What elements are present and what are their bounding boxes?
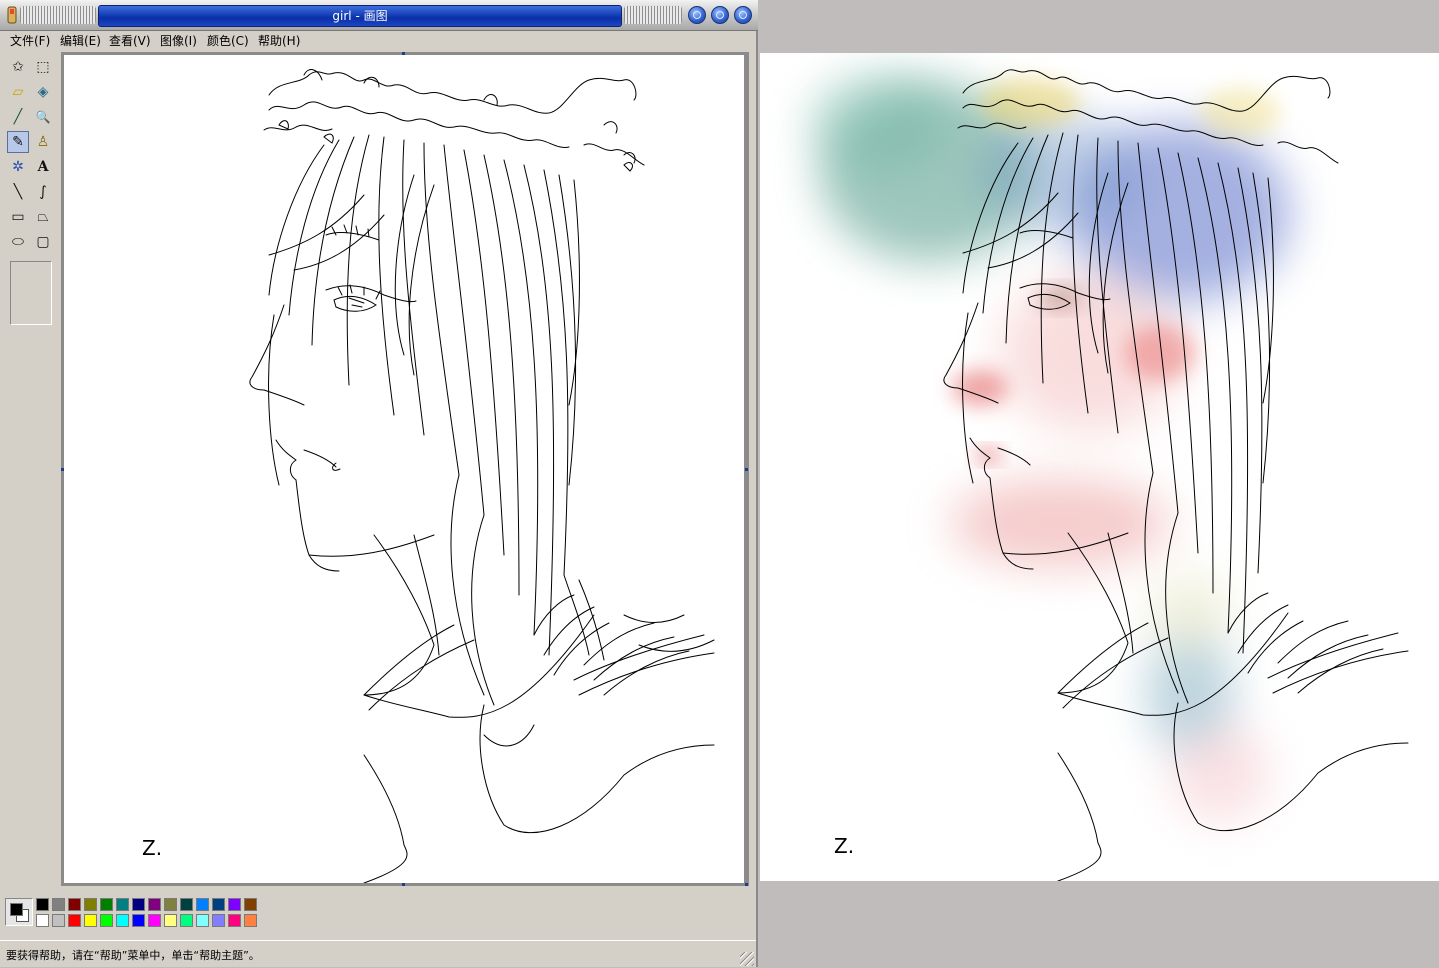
color-swatch[interactable] xyxy=(228,898,241,911)
canvas-scroll-area: Z. xyxy=(61,52,749,886)
resize-grip[interactable] xyxy=(740,952,754,966)
color-swatch[interactable] xyxy=(244,914,257,927)
color-swatch[interactable] xyxy=(196,914,209,927)
rect-select-tool[interactable]: ⬚ xyxy=(32,56,54,78)
menu-colors[interactable]: 颜色(C) xyxy=(207,32,249,49)
color-swatch[interactable] xyxy=(52,914,65,927)
menu-bar: 文件(F) 编辑(E) 查看(V) 图像(I) 颜色(C) 帮助(H) xyxy=(0,30,756,50)
color-palette xyxy=(0,890,756,934)
color-picker-tool[interactable]: ╱ xyxy=(7,106,29,128)
paint-window: girl - 画图 文件(F) 编辑(E) 查看(V) 图像(I) 颜色(C) … xyxy=(0,0,758,967)
neck-shoulders xyxy=(363,534,715,884)
color-swatch[interactable] xyxy=(52,898,65,911)
curve-icon: ∫ xyxy=(39,184,47,200)
color-swatch[interactable] xyxy=(164,898,177,911)
color-swatch[interactable] xyxy=(180,914,193,927)
curve-tool[interactable]: ∫ xyxy=(32,181,54,203)
color-swatch[interactable] xyxy=(68,914,81,927)
eraser-icon: ▱ xyxy=(12,84,24,100)
title-bar[interactable]: girl - 画图 xyxy=(0,0,758,31)
color-swatch[interactable] xyxy=(132,914,145,927)
menu-image[interactable]: 图像(I) xyxy=(160,32,197,49)
minimize-button[interactable] xyxy=(688,6,706,24)
rectangle-tool[interactable]: ▭ xyxy=(7,206,29,228)
tool-options-box[interactable] xyxy=(10,261,52,325)
status-text: 要获得帮助，请在“帮助”菜单中，单击“帮助主题”。 xyxy=(6,949,260,962)
color-swatch[interactable] xyxy=(164,914,177,927)
color-picker-icon: ╱ xyxy=(13,109,23,125)
menu-file[interactable]: 文件(F) xyxy=(10,32,50,49)
color-swatch[interactable] xyxy=(84,898,97,911)
free-select-tool[interactable]: ✩ xyxy=(7,56,29,78)
color-swatch[interactable] xyxy=(212,898,225,911)
rounded-rect-icon: ▢ xyxy=(36,234,50,250)
color-swatch[interactable] xyxy=(196,898,209,911)
magnifier-tool[interactable]: 🔍 xyxy=(32,106,54,128)
color-swatch[interactable] xyxy=(36,914,49,927)
color-swatch[interactable] xyxy=(148,914,161,927)
color-swatch[interactable] xyxy=(228,914,241,927)
close-button[interactable] xyxy=(734,6,752,24)
window-title: girl - 画图 xyxy=(98,5,622,27)
resize-handle-left xyxy=(61,468,64,471)
polygon-icon: ⏢ xyxy=(37,209,49,225)
eraser-tool[interactable]: ▱ xyxy=(7,81,29,103)
color-swatch[interactable] xyxy=(100,898,113,911)
drawing-canvas[interactable]: Z. xyxy=(64,55,744,884)
color-swatch[interactable] xyxy=(68,898,81,911)
flower-crown xyxy=(263,69,645,172)
maximize-button[interactable] xyxy=(711,6,729,24)
color-swatch[interactable] xyxy=(212,914,225,927)
pencil-tool[interactable]: ✎ xyxy=(7,131,29,153)
ellipse-tool[interactable]: ⬭ xyxy=(7,231,29,253)
status-bar: 要获得帮助，请在“帮助”菜单中，单击“帮助主题”。 xyxy=(0,940,756,968)
color-swatch[interactable] xyxy=(100,914,113,927)
color-swatch[interactable] xyxy=(116,898,129,911)
color-swatch[interactable] xyxy=(36,898,49,911)
brush-tool[interactable]: ♙ xyxy=(32,131,54,153)
rectangle-icon: ▭ xyxy=(11,209,25,225)
foreground-color-swatch xyxy=(10,903,23,916)
brush-icon: ♙ xyxy=(36,134,50,150)
paint-app-icon xyxy=(7,6,17,24)
resize-handle-right[interactable] xyxy=(745,468,748,471)
signature-text-colored: Z. xyxy=(834,834,854,858)
text-tool[interactable]: A xyxy=(32,156,54,178)
resize-handle-bottom[interactable] xyxy=(402,883,405,886)
color-swatch[interactable] xyxy=(148,898,161,911)
text-icon: A xyxy=(37,159,49,175)
menu-view[interactable]: 查看(V) xyxy=(109,32,151,49)
ellipse-icon: ⬭ xyxy=(12,234,24,250)
menu-edit[interactable]: 编辑(E) xyxy=(60,32,101,49)
line-drawing: Z. xyxy=(142,69,715,884)
pencil-icon: ✎ xyxy=(12,134,24,150)
color-swatch[interactable] xyxy=(84,914,97,927)
resize-handle-corner[interactable] xyxy=(745,883,748,886)
color-swatch[interactable] xyxy=(132,898,145,911)
watercolor-image: Z. xyxy=(810,69,1409,881)
fill-tool[interactable]: ◈ xyxy=(32,81,54,103)
color-swatch[interactable] xyxy=(244,898,257,911)
airbrush-icon: ✲ xyxy=(12,159,24,175)
line-tool[interactable]: ╲ xyxy=(7,181,29,203)
title-grip-left xyxy=(20,6,96,24)
color-swatch[interactable] xyxy=(180,898,193,911)
free-select-icon: ✩ xyxy=(12,59,24,75)
colored-artwork-panel: Z. xyxy=(760,53,1439,881)
rect-select-icon: ⬚ xyxy=(36,59,50,75)
title-grip-right xyxy=(624,6,682,24)
rounded-rect-tool[interactable]: ▢ xyxy=(32,231,54,253)
current-colors[interactable] xyxy=(5,898,33,926)
watercolor-washes xyxy=(810,73,1290,823)
fill-icon: ◈ xyxy=(37,84,49,100)
airbrush-tool[interactable]: ✲ xyxy=(7,156,29,178)
line-icon: ╲ xyxy=(13,184,23,200)
signature-text: Z. xyxy=(142,836,162,860)
polygon-tool[interactable]: ⏢ xyxy=(32,206,54,228)
menu-help[interactable]: 帮助(H) xyxy=(258,32,300,49)
resize-handle-top[interactable] xyxy=(402,52,405,55)
collar-feathers xyxy=(363,574,715,711)
color-swatch[interactable] xyxy=(116,914,129,927)
magnifier-icon: 🔍 xyxy=(35,110,51,124)
